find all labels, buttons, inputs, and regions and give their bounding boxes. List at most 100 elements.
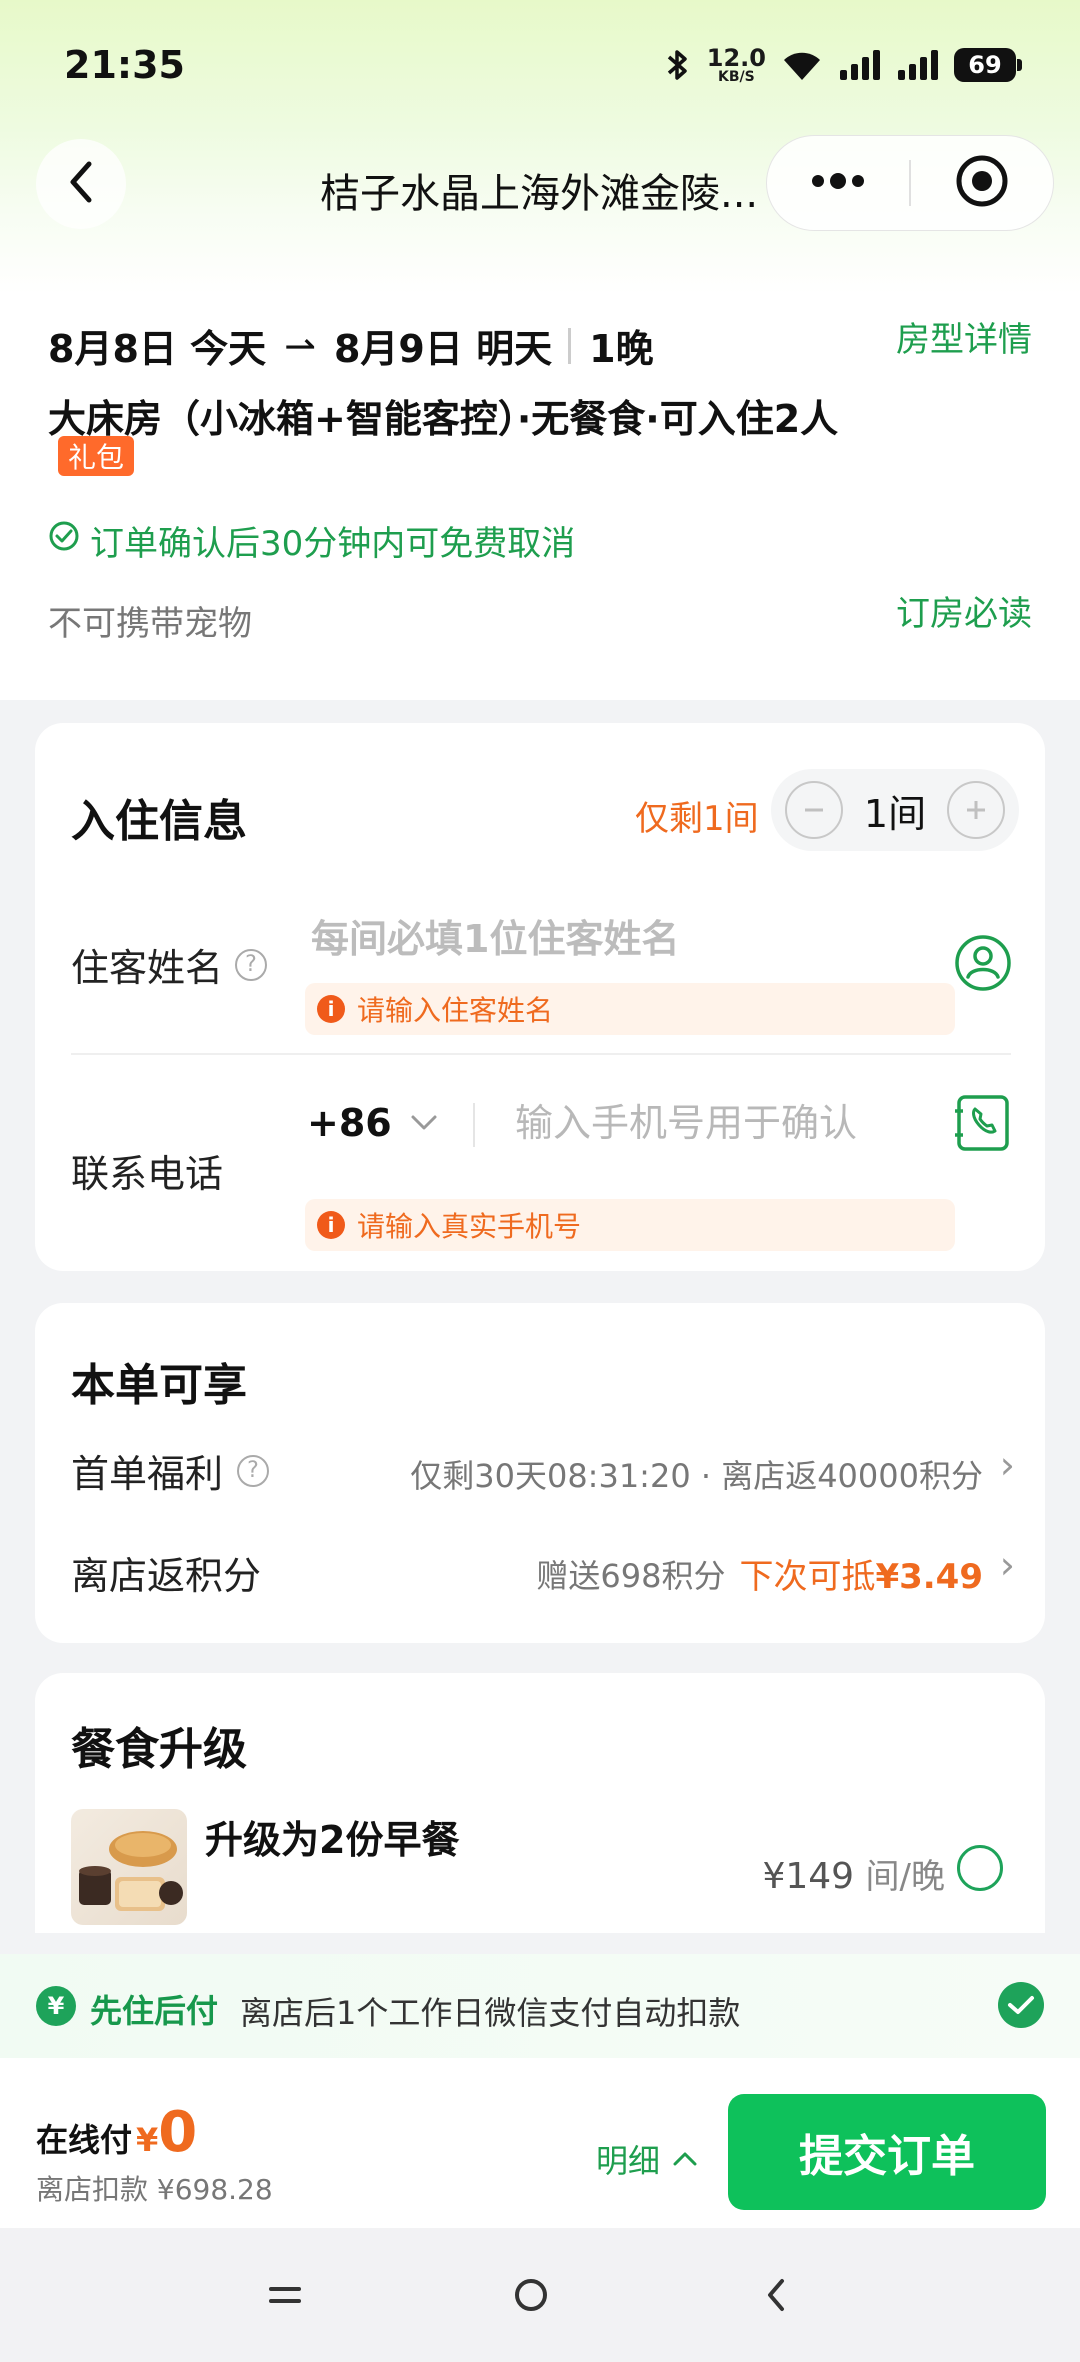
- more-dots-icon: [808, 171, 868, 195]
- checkout-points-row[interactable]: 赠送698积分 下次可抵¥3.49: [536, 1549, 983, 1598]
- chevron-right-icon: ›: [999, 1443, 1015, 1487]
- decrease-rooms-button[interactable]: [785, 781, 843, 839]
- submit-order-button[interactable]: 提交订单: [728, 2094, 1046, 2210]
- chevron-down-icon: [411, 1115, 437, 1130]
- pet-policy: 不可携带宠物: [48, 604, 252, 644]
- help-icon[interactable]: ?: [235, 948, 268, 981]
- guest-name-warning-text: 请输入住客姓名: [357, 994, 554, 1027]
- info-icon: i: [317, 995, 345, 1023]
- checkout-date: 8月9日: [333, 327, 463, 371]
- checkin-day: 今天: [190, 327, 267, 371]
- user-icon: [955, 935, 1011, 991]
- room-count-value: 1间: [863, 791, 927, 836]
- points-deduction-amount: ¥3.49: [875, 1557, 983, 1597]
- offline-payment: 离店扣款 ¥698.28: [36, 2173, 273, 2206]
- menu-button[interactable]: [260, 2270, 310, 2320]
- miniapp-capsule: [766, 135, 1054, 231]
- pay-later-title: 先住后付: [90, 1992, 219, 2030]
- plus-icon: [967, 801, 985, 819]
- checkin-date: 8月8日: [48, 327, 177, 371]
- country-code-divider: [473, 1103, 475, 1147]
- points-deduction-prefix: 下次可抵: [739, 1557, 876, 1597]
- check-circle-icon: [48, 520, 80, 561]
- network-speed-value: 12.0: [706, 44, 766, 72]
- network-speed-unit: KB/S: [718, 69, 755, 85]
- meal-price-value: ¥149: [762, 1856, 855, 1897]
- benefits-card: 本单可享 首单福利 ? 仅剩30天08:31:20 · 离店返40000积分 ›…: [35, 1303, 1045, 1643]
- back-arrow-icon: [768, 2279, 784, 2311]
- chevron-right-icon: ›: [999, 1543, 1015, 1587]
- first-order-benefit-value: 仅剩30天08:31:20 · 离店返40000积分: [410, 1457, 983, 1495]
- meal-price-unit: 间/晚: [865, 1857, 945, 1897]
- checkout-bar: 在线付 ¥ 0 离店扣款 ¥698.28 明细 提交订单: [0, 2058, 1080, 2228]
- cancel-policy-text: 订单确认后30分钟内可免费取消: [90, 524, 576, 564]
- page-title: 桔子水晶上海外滩金陵...: [320, 171, 759, 217]
- close-miniapp-button[interactable]: [911, 153, 1053, 213]
- gift-badge: 礼包: [58, 436, 135, 476]
- guest-name-label-text: 住客姓名: [71, 946, 224, 990]
- meal-upgrade-radio[interactable]: [957, 1845, 1003, 1891]
- checkin-info-title: 入住信息: [71, 796, 247, 847]
- phone-input[interactable]: [515, 1093, 935, 1153]
- phone-label: 联系电话: [71, 1152, 224, 1196]
- pay-later-banner: ¥ 先住后付 离店后1个工作日微信支付自动扣款: [0, 1954, 1080, 2058]
- back-button[interactable]: [36, 139, 126, 229]
- phone-warning-text: 请输入真实手机号: [357, 1210, 582, 1243]
- chevron-up-icon: [673, 2152, 697, 2166]
- increase-rooms-button[interactable]: [947, 781, 1005, 839]
- date-arrow: ⇀: [284, 323, 316, 368]
- price-detail-toggle[interactable]: 明细: [596, 2136, 698, 2182]
- checkout-points-label: 离店返积分: [71, 1545, 261, 1600]
- room-name: 大床房（小冰箱+智能客控）·无餐食·可入住2人: [48, 397, 839, 441]
- room-count-stepper: 1间: [771, 769, 1019, 851]
- guest-name-input[interactable]: [311, 909, 931, 969]
- more-button[interactable]: [767, 171, 909, 195]
- booking-notes-link[interactable]: 订房必读: [896, 586, 1032, 635]
- online-payment-amount: 0: [158, 2100, 198, 2165]
- chevron-left-icon: [63, 158, 99, 210]
- cancel-policy: 订单确认后30分钟内可免费取消: [48, 516, 575, 565]
- phone-book-icon: [955, 1095, 1009, 1151]
- first-order-benefit-row[interactable]: 仅剩30天08:31:20 · 离店返40000积分: [410, 1451, 983, 1497]
- check-icon: [1008, 1996, 1034, 2014]
- meal-upgrade-card: 餐食升级 升级为2份早餐 ¥149 间/晚: [35, 1673, 1045, 1933]
- checkout-points-value: 赠送698积分: [536, 1556, 726, 1595]
- select-guest-button[interactable]: [953, 933, 1013, 993]
- system-back-button[interactable]: [752, 2270, 802, 2320]
- benefits-title: 本单可享: [71, 1360, 247, 1411]
- online-payment: 在线付 ¥ 0: [36, 2100, 197, 2165]
- first-order-benefit-label: 首单福利 ?: [71, 1443, 270, 1498]
- country-code-select[interactable]: +86: [307, 1101, 438, 1145]
- home-button[interactable]: [506, 2270, 556, 2320]
- nav-bar: 桔子水晶上海外滩金陵...: [0, 135, 1080, 235]
- meal-upgrade-price: ¥149 间/晚: [762, 1849, 945, 1898]
- form-divider: [71, 1053, 1011, 1055]
- yuan-icon: ¥: [36, 1986, 76, 2026]
- meal-upgrade-title: 餐食升级: [71, 1724, 247, 1775]
- checkout-day: 明天: [476, 327, 553, 371]
- signal-icon: [838, 48, 882, 82]
- points-deduction: 下次可抵¥3.49: [739, 1549, 983, 1598]
- guest-name-label: 住客姓名 ?: [71, 937, 268, 992]
- wifi-icon: [780, 48, 824, 82]
- room-detail-link[interactable]: 房型详情: [896, 312, 1032, 361]
- guest-name-warning: i 请输入住客姓名: [305, 983, 955, 1035]
- system-nav-bar: [0, 2228, 1080, 2362]
- status-bar: 21:35 12.0 KB/S 69: [0, 0, 1080, 130]
- status-icons: 12.0 KB/S 69: [663, 44, 1022, 85]
- remaining-rooms: 仅剩1间: [635, 799, 759, 839]
- phone-warning: i 请输入真实手机号: [305, 1199, 955, 1251]
- phone-contacts-button[interactable]: [953, 1093, 1013, 1153]
- online-payment-currency: ¥: [136, 2121, 159, 2159]
- first-order-benefit-label-text: 首单福利: [71, 1452, 224, 1496]
- home-circle-icon: [515, 2279, 547, 2311]
- pay-later-checkbox[interactable]: [998, 1982, 1044, 2028]
- stay-dates: 8月8日 今天 ⇀ 8月9日 明天 1晚: [48, 318, 654, 373]
- help-icon[interactable]: ?: [237, 1454, 270, 1487]
- online-payment-label: 在线付: [36, 2121, 133, 2159]
- info-icon: i: [317, 1211, 345, 1239]
- battery-indicator: 69: [954, 48, 1022, 82]
- target-icon: [954, 153, 1010, 213]
- dates-divider: [568, 327, 572, 364]
- pay-later-description: 离店后1个工作日微信支付自动扣款: [240, 1994, 741, 2032]
